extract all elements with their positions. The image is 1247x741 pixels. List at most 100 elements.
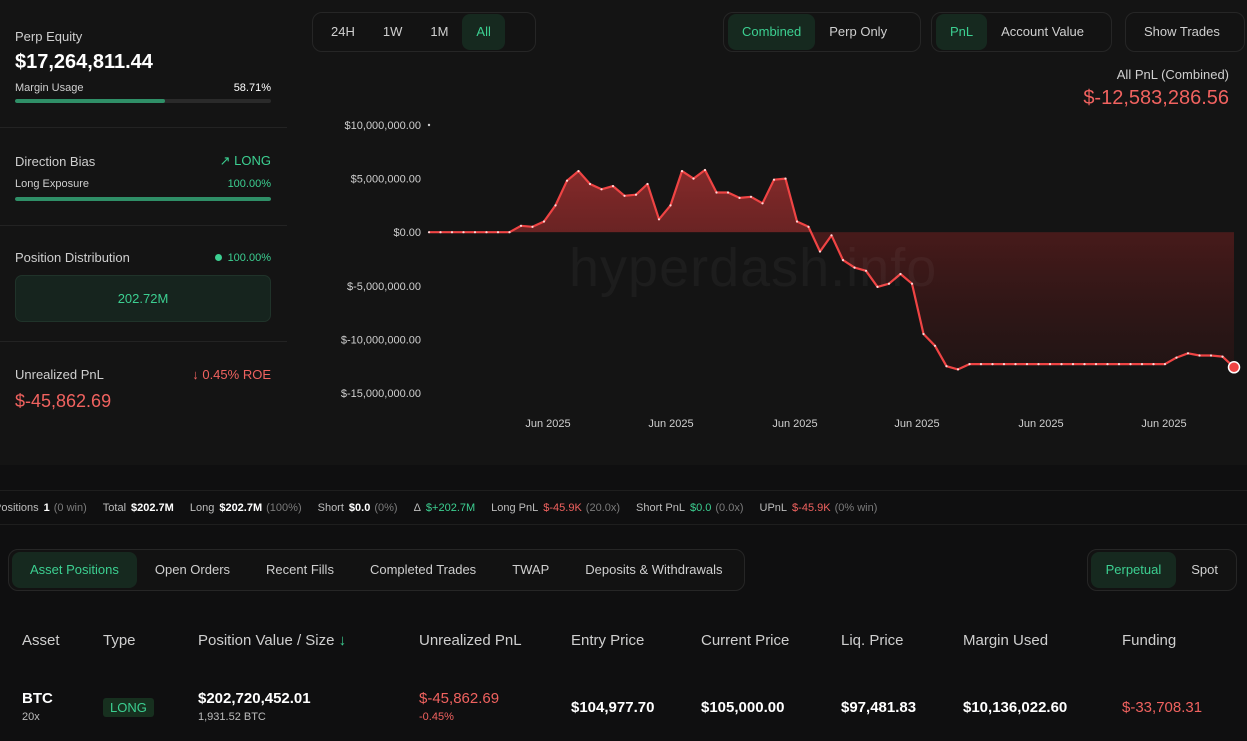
data-point — [554, 204, 557, 207]
data-point — [991, 363, 994, 366]
unrealized-pnl-value: $-45,862.69 — [15, 391, 112, 411]
y-tick-label: $5,000,000.00 — [351, 174, 421, 186]
header-position-value[interactable]: Position Value / Size ↓ — [198, 632, 346, 649]
position-tabs: Asset Positions Open Orders Recent Fills… — [8, 549, 745, 591]
position-value: $202,720,452.01 — [198, 690, 311, 707]
tab-recent-fills[interactable]: Recent Fills — [248, 552, 352, 588]
header-funding[interactable]: Funding — [1122, 632, 1176, 649]
x-tick-label: Jun 2025 — [1018, 418, 1063, 430]
data-point — [669, 204, 672, 207]
position-distribution-box[interactable]: 202.72M — [15, 275, 271, 322]
data-point — [1025, 363, 1029, 366]
unrealized-pnl-block: Unrealized PnL ↓ 0.45% ROE $-45,862.69 — [15, 367, 271, 412]
data-point — [508, 231, 511, 234]
stats-panel: Perp Equity $17,264,811.44 Margin Usage … — [0, 0, 287, 465]
arrow-down-icon: ↓ — [192, 367, 199, 382]
x-tick-label: Jun 2025 — [525, 418, 570, 430]
data-point — [772, 178, 776, 181]
direction-bias-value-wrap: ↗ LONG — [220, 153, 271, 169]
liq-price: $97,481.83 — [841, 699, 917, 716]
perp-equity-label: Perp Equity — [15, 29, 83, 44]
data-point — [485, 231, 488, 234]
header-margin-used[interactable]: Margin Used — [963, 632, 1048, 649]
tab-completed-trades[interactable]: Completed Trades — [352, 552, 494, 588]
header-liq-price[interactable]: Liq. Price — [841, 632, 904, 649]
data-point — [945, 365, 948, 368]
header-asset[interactable]: Asset — [22, 632, 60, 649]
data-point — [1152, 363, 1155, 366]
data-point — [1117, 363, 1121, 366]
position-distribution-label: Position Distribution — [15, 250, 130, 265]
data-point — [588, 182, 592, 186]
table-row[interactable]: BTC 20x LONG $202,720,452.01 1,931.52 BT… — [0, 686, 1247, 736]
axis-dot — [427, 123, 431, 127]
tab-spot[interactable]: Spot — [1176, 552, 1233, 588]
tab-deposits-withdrawals[interactable]: Deposits & Withdrawals — [567, 552, 740, 588]
data-point — [1037, 363, 1040, 366]
data-point — [715, 191, 718, 194]
roe-wrap: ↓ 0.45% ROE — [192, 367, 271, 382]
data-point — [979, 363, 983, 366]
tab-open-orders[interactable]: Open Orders — [137, 552, 248, 588]
margin-usage-value: 58.71% — [233, 82, 271, 94]
data-point — [1002, 363, 1006, 366]
data-point — [738, 196, 741, 199]
x-tick-label: Jun 2025 — [894, 418, 939, 430]
data-point — [922, 332, 925, 336]
market-tabs: Perpetual Spot — [1086, 549, 1237, 591]
roe-value: 0.45% ROE — [202, 367, 271, 382]
asset-name: BTC — [22, 690, 53, 707]
data-point — [749, 195, 753, 198]
position-distribution-block: Position Distribution 100.00% 202.72M — [15, 250, 271, 322]
row-upnl: $-45,862.69 — [419, 690, 500, 707]
direction-bias-value: LONG — [234, 153, 271, 168]
data-point — [1186, 352, 1190, 355]
data-point — [795, 220, 799, 223]
tab-twap[interactable]: TWAP — [494, 552, 567, 588]
data-point — [784, 177, 787, 180]
data-point — [646, 182, 649, 186]
trending-up-icon: ↗ — [219, 153, 231, 168]
divider — [0, 225, 287, 226]
data-point — [807, 225, 810, 228]
y-tick-label: $0.00 — [393, 227, 421, 239]
green-dot-icon — [214, 254, 222, 262]
header-type[interactable]: Type — [103, 632, 136, 649]
y-tick-label: $-10,000,000.00 — [341, 334, 421, 346]
arrow-down-icon: ↓ — [338, 632, 347, 649]
header-current-price[interactable]: Current Price — [701, 632, 789, 649]
long-exposure-label: Long Exposure — [15, 178, 89, 190]
header-entry-price[interactable]: Entry Price — [571, 632, 644, 649]
data-point — [1060, 363, 1063, 366]
x-tick-label: Jun 2025 — [772, 418, 817, 430]
margin-used: $10,136,022.60 — [963, 699, 1068, 716]
summary-short-pnl: Short PnL $0.0 (0.0x) — [636, 501, 744, 514]
header-unrealized-pnl[interactable]: Unrealized PnL — [419, 632, 522, 649]
data-point — [1198, 354, 1201, 357]
perp-equity-value: $17,264,811.44 — [15, 51, 153, 73]
long-exposure-bar — [15, 197, 271, 201]
data-point — [577, 170, 580, 173]
tab-asset-positions[interactable]: Asset Positions — [12, 552, 137, 588]
perp-equity-block: Perp Equity $17,264,811.44 Margin Usage … — [15, 29, 271, 103]
pnl-chart[interactable]: $10,000,000.00 $5,000,000.00 $0.00 $-5,000,… — [287, 0, 1247, 465]
y-tick-label: $-5,000,000.00 — [347, 281, 421, 293]
margin-usage-bar-fill — [15, 99, 166, 103]
unrealized-pnl-label: Unrealized PnL — [15, 367, 104, 382]
last-data-point — [1227, 361, 1241, 374]
tab-perpetual[interactable]: Perpetual — [1090, 552, 1177, 588]
cell-unrealized-pnl: $-45,862.69 -0.45% — [419, 690, 499, 723]
data-point — [473, 231, 477, 234]
data-point — [1106, 363, 1109, 366]
position-distribution-pct-wrap: 100.00% — [214, 252, 271, 264]
long-exposure-bar-fill — [15, 197, 271, 201]
data-point — [634, 193, 638, 196]
y-tick-label: $10,000,000.00 — [345, 120, 421, 132]
data-point — [496, 231, 500, 234]
data-point — [542, 220, 546, 223]
summary-positions: Positions1(0 win) — [0, 501, 87, 514]
summary-long-pnl: Long PnL $-45.9K (20.0x) — [491, 501, 621, 514]
cell-type: LONG — [103, 698, 154, 717]
data-point — [439, 231, 442, 234]
data-point — [1014, 363, 1017, 366]
